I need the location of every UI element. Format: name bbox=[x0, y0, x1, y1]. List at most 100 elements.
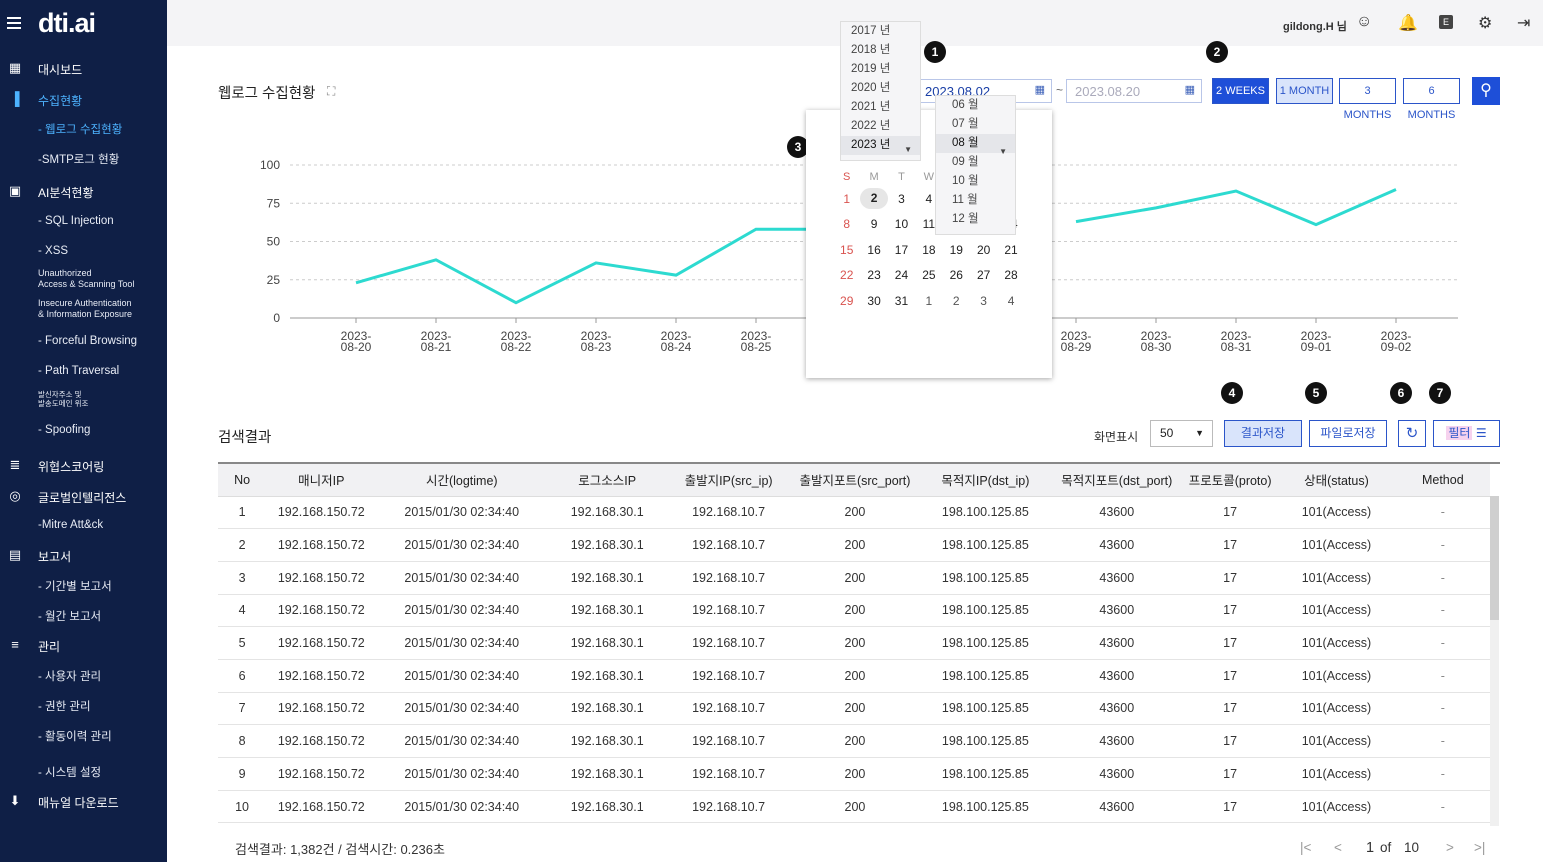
calendar-day[interactable]: 3 bbox=[888, 192, 915, 206]
calendar-day[interactable]: 17 bbox=[888, 243, 915, 257]
calendar-day[interactable]: 22 bbox=[833, 268, 860, 282]
calendar-day[interactable]: 29 bbox=[833, 294, 860, 308]
table-cell: 2015/01/30 02:34:40 bbox=[376, 757, 548, 791]
column-header[interactable]: Method bbox=[1395, 464, 1490, 497]
table-row[interactable]: 9 192.168.150.72 2015/01/30 02:34:40 192.16… bbox=[218, 757, 1490, 791]
table-row[interactable]: 3 192.168.150.72 2015/01/30 02:34:40 192.16… bbox=[218, 561, 1490, 595]
column-header[interactable]: No bbox=[218, 464, 267, 497]
table-row[interactable]: 8 192.168.150.72 2015/01/30 02:34:40 192.16… bbox=[218, 724, 1490, 758]
calendar-icon[interactable]: ▦ bbox=[1185, 83, 1195, 96]
table-cell: - bbox=[1395, 528, 1490, 562]
calendar-day[interactable]: 21 bbox=[997, 243, 1024, 257]
year-dropdown[interactable]: 2017 년 2018 년 2019 년 2020 년 2021 년 2022 년 2023… bbox=[840, 21, 921, 161]
column-header[interactable]: 목적지포트(dst_port) bbox=[1050, 464, 1183, 497]
column-header[interactable]: 시간(logtime) bbox=[376, 464, 548, 497]
month-dropdown[interactable]: 06 월 07 월 08 월 09 월 10 월 11 월 12 월 ▼ bbox=[935, 95, 1016, 235]
calendar-day[interactable]: 10 bbox=[888, 217, 915, 231]
filter-button[interactable]: 필터 ☰ bbox=[1433, 420, 1500, 447]
language-icon[interactable]: E bbox=[1439, 15, 1453, 29]
calendar-day[interactable]: 28 bbox=[997, 268, 1024, 282]
calendar-day[interactable]: 8 bbox=[833, 217, 860, 231]
calendar-day[interactable]: 30 bbox=[860, 294, 887, 308]
year-option[interactable]: 2021 년 bbox=[841, 98, 920, 117]
sidebar-item-label: - 월간 보고서 bbox=[38, 611, 102, 623]
calendar-day[interactable]: 1 bbox=[833, 192, 860, 206]
column-header[interactable]: 상태(status) bbox=[1277, 464, 1396, 497]
month-option[interactable]: 07 월 bbox=[936, 115, 1015, 134]
calendar-day[interactable]: 9 bbox=[860, 217, 887, 231]
table-row[interactable]: 1 192.168.150.72 2015/01/30 02:34:40 192.16… bbox=[218, 496, 1490, 530]
menu-icon[interactable] bbox=[7, 17, 21, 32]
calendar-day[interactable]: 31 bbox=[888, 294, 915, 308]
year-option[interactable]: 2017 년 bbox=[841, 22, 920, 41]
column-header[interactable]: 출발지IP(src_ip) bbox=[667, 464, 790, 497]
expand-icon[interactable]: ⛶ bbox=[327, 84, 335, 99]
month-option[interactable]: 11 월 bbox=[936, 191, 1015, 210]
calendar-day[interactable]: 20 bbox=[970, 243, 997, 257]
calendar-day[interactable]: 24 bbox=[888, 268, 915, 282]
refresh-button[interactable]: ↻ bbox=[1398, 420, 1426, 447]
calendar-day[interactable]: 23 bbox=[860, 268, 887, 282]
calendar-day[interactable]: 26 bbox=[943, 268, 970, 282]
calendar-day[interactable]: 3 bbox=[970, 294, 997, 308]
gear-icon[interactable]: ⚙ bbox=[1478, 13, 1492, 33]
sidebar-item-label: 위협스코어링 bbox=[38, 460, 105, 474]
bell-icon[interactable]: 🔔 bbox=[1398, 13, 1418, 33]
table-cell: 192.168.10.7 bbox=[667, 659, 790, 693]
calendar-day[interactable]: 15 bbox=[833, 243, 860, 257]
calendar-day[interactable]: 18 bbox=[915, 243, 942, 257]
month-option[interactable]: 12 월 bbox=[936, 210, 1015, 229]
calendar-icon[interactable]: ▦ bbox=[1035, 83, 1045, 96]
calendar-day[interactable]: 4 bbox=[997, 294, 1024, 308]
column-header[interactable]: 매니저IP bbox=[266, 464, 377, 497]
badge-7: 7 bbox=[1429, 382, 1451, 404]
save-file-button[interactable]: 파일로저장 bbox=[1309, 420, 1387, 447]
calendar-day[interactable]: 2 bbox=[860, 188, 888, 210]
end-date-input[interactable]: 2023.08.20 ▦ bbox=[1066, 79, 1202, 103]
table-row[interactable]: 4 192.168.150.72 2015/01/30 02:34:40 192.16… bbox=[218, 594, 1490, 628]
save-result-button[interactable]: 결과저장 bbox=[1224, 420, 1302, 447]
calendar-day[interactable]: 2 bbox=[943, 294, 970, 308]
period-1month-button[interactable]: 1 MONTH bbox=[1276, 78, 1333, 104]
year-option[interactable]: 2018 년 bbox=[841, 41, 920, 60]
user-icon[interactable]: ☺ bbox=[1356, 13, 1372, 31]
calendar-day[interactable]: 25 bbox=[915, 268, 942, 282]
next-page-button[interactable]: > bbox=[1446, 840, 1454, 855]
month-option[interactable]: 10 월 bbox=[936, 172, 1015, 191]
logout-icon[interactable]: ⇥ bbox=[1517, 13, 1530, 33]
month-option[interactable]: 06 월 bbox=[936, 96, 1015, 115]
table-row[interactable]: 10 192.168.150.72 2015/01/30 02:34:40 192.1… bbox=[218, 790, 1490, 824]
table-cell: 198.100.125.85 bbox=[920, 594, 1051, 628]
sidebar-item-label: - 활동이력 관리 bbox=[38, 731, 112, 743]
table-cell: 192.168.150.72 bbox=[266, 659, 377, 693]
table-scrollbar[interactable] bbox=[1490, 496, 1499, 826]
year-option[interactable]: 2022 년 bbox=[841, 117, 920, 136]
column-header[interactable]: 로그소스IP bbox=[547, 464, 668, 497]
sidebar-item-label: - 시스템 설정 bbox=[38, 767, 102, 779]
table-row[interactable]: 5 192.168.150.72 2015/01/30 02:34:40 192.16… bbox=[218, 626, 1490, 660]
column-header[interactable]: 프로토콜(proto) bbox=[1182, 464, 1278, 497]
period-6months-button[interactable]: 6 MONTHS bbox=[1403, 78, 1460, 121]
calendar-day[interactable]: 19 bbox=[943, 243, 970, 257]
column-header[interactable]: 목적지IP(dst_ip) bbox=[920, 464, 1051, 497]
period-3months-button[interactable]: 3 MONTHS bbox=[1339, 78, 1396, 121]
y-tick-label: 0 bbox=[273, 311, 280, 325]
year-option[interactable]: 2020 년 bbox=[841, 79, 920, 98]
year-option[interactable]: 2019 년 bbox=[841, 60, 920, 79]
calendar-day[interactable]: 16 bbox=[860, 243, 887, 257]
first-page-button[interactable]: |< bbox=[1300, 840, 1311, 855]
scrollbar-thumb[interactable] bbox=[1490, 496, 1499, 620]
table-row[interactable]: 2 192.168.150.72 2015/01/30 02:34:40 192.16… bbox=[218, 528, 1490, 562]
search-button[interactable]: ⚲ bbox=[1472, 77, 1500, 105]
period-2weeks-button[interactable]: 2 WEEKS bbox=[1212, 78, 1269, 104]
table-row[interactable]: 6 192.168.150.72 2015/01/30 02:34:40 192.16… bbox=[218, 659, 1490, 693]
table-row[interactable]: 7 192.168.150.72 2015/01/30 02:34:40 192.16… bbox=[218, 692, 1490, 726]
last-page-button[interactable]: >| bbox=[1474, 840, 1485, 855]
prev-page-button[interactable]: < bbox=[1334, 840, 1342, 855]
sidebar-item-label: - XSS bbox=[38, 245, 69, 257]
badge-4: 4 bbox=[1221, 382, 1243, 404]
page-size-select[interactable]: 50 ▼ bbox=[1150, 420, 1213, 447]
calendar-day[interactable]: 27 bbox=[970, 268, 997, 282]
column-header[interactable]: 출발지포트(src_port) bbox=[789, 464, 921, 497]
calendar-day[interactable]: 1 bbox=[915, 294, 942, 308]
